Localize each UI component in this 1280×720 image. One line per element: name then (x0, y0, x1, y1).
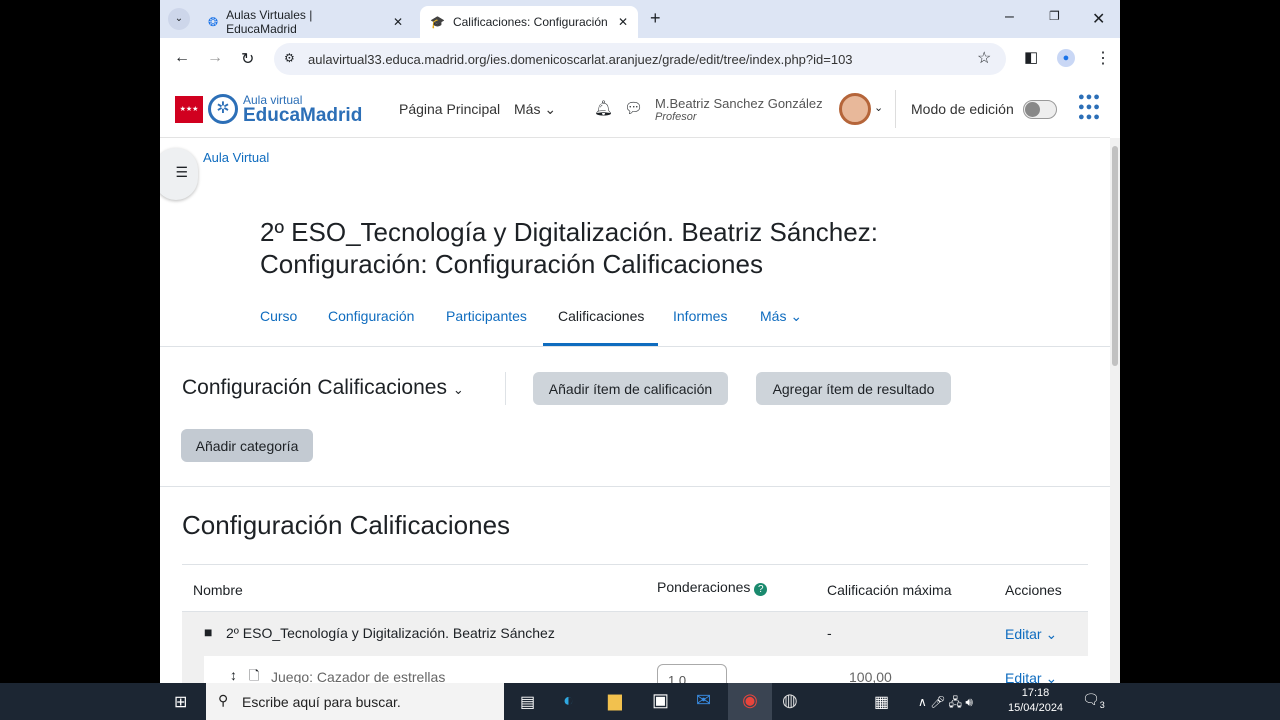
divider (160, 346, 1110, 347)
side-panel-icon[interactable]: ◧ (1024, 48, 1038, 66)
tab-participantes[interactable]: Participantes (446, 308, 527, 324)
bell-icon[interactable]: 🔔︎ (594, 99, 613, 117)
edit-menu[interactable]: Editar ⌄ (1005, 626, 1057, 643)
header-nombre: Nombre (193, 582, 243, 598)
avatar[interactable] (839, 93, 871, 125)
chevron-down-icon[interactable]: ⌄ (874, 101, 883, 114)
category-name: 2º ESO_Tecnología y Digitalización. Beat… (226, 625, 555, 641)
tab-calificaciones[interactable]: Calificaciones (558, 308, 644, 324)
close-tab-icon[interactable]: ✕ (618, 15, 628, 29)
task-view-icon[interactable]: ▤ (520, 692, 535, 712)
close-tab-icon[interactable]: ✕ (393, 15, 403, 29)
header-ponderaciones: Ponderaciones ? (657, 579, 768, 596)
breadcrumb[interactable]: Aula Virtual (203, 150, 269, 165)
restore-button[interactable]: ❐ (1049, 9, 1060, 23)
tab-informes[interactable]: Informes (673, 308, 727, 324)
reload-icon[interactable]: ↻ (241, 49, 254, 69)
apps-grid-icon[interactable]: ●●● ●●● ●●● (1078, 92, 1101, 123)
url-input[interactable]: aulavirtual33.educa.madrid.org/ies.domen… (274, 43, 1006, 75)
header-acciones: Acciones (1005, 582, 1062, 598)
educamadrid-logo-icon: ✲ (208, 94, 238, 124)
obs-icon[interactable]: ◍ (782, 690, 798, 711)
tab-bar: ⌄ ❂ Aulas Virtuales | EducaMadrid ✕ 🎓 Ca… (160, 0, 1120, 38)
edit-mode-label: Modo de edición (911, 101, 1014, 117)
grade-page-selector[interactable]: Configuración Calificaciones ⌄ (182, 376, 464, 400)
tab-calificaciones[interactable]: 🎓 Calificaciones: Configuración ✕ (420, 6, 638, 38)
browser-window: ⌄ ❂ Aulas Virtuales | EducaMadrid ✕ 🎓 Ca… (160, 0, 1120, 720)
close-window-button[interactable]: ✕ (1092, 9, 1105, 29)
add-outcome-item-button[interactable]: Agregar ítem de resultado (756, 372, 951, 405)
add-grade-item-button[interactable]: Añadir ítem de calificación (533, 372, 728, 405)
menu-icon[interactable]: ⋮ (1095, 48, 1111, 68)
system-tray-icons[interactable]: ∧ 🎤︎ 🖧 🔊︎ (918, 693, 973, 714)
table-top-border (182, 564, 1088, 565)
mail-icon[interactable]: ✉ (696, 690, 711, 711)
address-bar-row: ← → ↻ aulavirtual33.educa.madrid.org/ies… (160, 38, 1120, 80)
header-calificacion-maxima: Calificación máxima (827, 582, 952, 598)
edit-mode-toggle[interactable] (1023, 100, 1057, 119)
add-category-button[interactable]: Añadir categoría (181, 429, 313, 462)
section-title: Configuración Calificaciones (182, 510, 511, 540)
logo-text[interactable]: Aula virtual EducaMadrid (243, 93, 362, 125)
site-icon: ❂ (208, 15, 219, 29)
profile-icon[interactable]: ● (1057, 49, 1075, 67)
taskbar: ⊞ ⚲ Escribe aquí para buscar. ▤ ◐ ▆ ▣ ✉ … (0, 683, 1280, 720)
tab-mas[interactable]: Más ⌄ (760, 308, 802, 325)
page-title: 2º ESO_Tecnología y Digitalización. Beat… (260, 217, 878, 279)
user-info[interactable]: M.Beatriz Sanchez González Profesor (655, 96, 823, 123)
madrid-flag-logo: ★★★ (175, 96, 203, 123)
new-tab-button[interactable]: + (650, 8, 661, 29)
divider (505, 372, 506, 405)
divider (160, 486, 1110, 487)
category-max: - (827, 625, 832, 641)
windows-start-icon[interactable]: ⊞ (174, 692, 187, 712)
tab-configuracion[interactable]: Configuración (328, 308, 414, 324)
chat-icon[interactable]: 💬︎ (624, 99, 643, 117)
bookmark-star-icon[interactable]: ☆ (977, 48, 991, 68)
tab-aulas-virtuales[interactable]: ❂ Aulas Virtuales | EducaMadrid ✕ (198, 6, 413, 38)
notification-icon[interactable]: 🗨︎3 (1082, 691, 1105, 710)
site-navbar: ★★★ ✲ Aula virtual EducaMadrid Página Pr… (160, 80, 1110, 138)
taskbar-search[interactable]: ⚲ Escribe aquí para buscar. (206, 683, 504, 720)
move-icon[interactable]: ↕ (230, 667, 237, 683)
search-icon: ⚲ (218, 692, 229, 708)
folder-icon: ■ (204, 624, 213, 640)
tab-list-button[interactable]: ⌄ (168, 8, 190, 30)
edge-icon[interactable]: ◐ (563, 690, 574, 711)
minimize-button[interactable]: – (1005, 8, 1014, 26)
forward-icon[interactable]: → (207, 49, 223, 67)
divider (895, 90, 896, 128)
graduation-cap-icon: 🎓 (430, 15, 445, 29)
nav-more[interactable]: Más ⌄ (514, 101, 556, 118)
clock[interactable]: 17:18 15/04/2024 (1008, 686, 1063, 716)
chrome-icon[interactable]: ◉ (728, 683, 772, 720)
course-index-toggle[interactable]: ☰ (160, 148, 198, 200)
scrollbar[interactable] (1110, 138, 1120, 683)
nav-home[interactable]: Página Principal (399, 101, 500, 117)
store-icon[interactable]: ▣ (652, 690, 669, 711)
file-explorer-icon[interactable]: ▆ (608, 690, 622, 711)
tab-curso[interactable]: Curso (260, 308, 297, 324)
site-settings-icon[interactable]: ⚙ (284, 51, 295, 65)
back-icon[interactable]: ← (174, 49, 190, 67)
news-icon[interactable]: ▦ (874, 692, 889, 712)
help-icon[interactable]: ? (754, 583, 768, 596)
